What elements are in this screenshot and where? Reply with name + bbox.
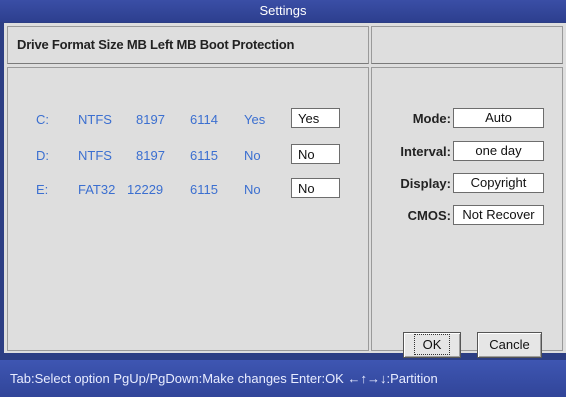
ok-button[interactable]: OK [403, 332, 461, 358]
drive-boot: No [244, 182, 261, 197]
drive-table-header: Drive Format Size MB Left MB Boot Protec… [7, 26, 369, 64]
table-row[interactable]: E: FAT32 12229 6115 No No [8, 178, 368, 202]
interval-field[interactable]: one day [453, 141, 544, 161]
drive-format: NTFS [78, 148, 112, 163]
table-row[interactable]: C: NTFS 8197 6114 Yes Yes [8, 108, 368, 132]
protection-field[interactable]: Yes [291, 108, 340, 128]
table-row[interactable]: D: NTFS 8197 6115 No No [8, 144, 368, 168]
drive-format: NTFS [78, 112, 112, 127]
interval-label: Interval: [400, 144, 451, 159]
status-hint: Tab:Select option PgUp/PgDown:Make chang… [10, 371, 438, 386]
drive-left: 6115 [190, 182, 218, 197]
status-bar: Tab:Select option PgUp/PgDown:Make chang… [0, 360, 566, 397]
mode-label: Mode: [412, 111, 451, 126]
cmos-field[interactable]: Not Recover [453, 205, 544, 225]
protection-field[interactable]: No [291, 144, 340, 164]
cancel-button-label: Cancle [489, 337, 530, 352]
drive-size: 8197 [136, 112, 165, 127]
ok-button-label: OK [413, 334, 451, 355]
options-header [371, 26, 563, 64]
drive-left: 6114 [190, 112, 218, 127]
drive-table: C: NTFS 8197 6114 Yes Yes D: NTFS 8197 6… [7, 67, 369, 351]
drive-size: 12229 [127, 182, 164, 197]
options-panel: Mode: Auto Interval: one day Display: Co… [371, 67, 563, 358]
drive-format: FAT32 [78, 182, 116, 197]
cmos-label: CMOS: [407, 208, 451, 223]
drive-letter: C: [36, 112, 49, 127]
drive-letter: D: [36, 148, 49, 163]
window-title: Settings [0, 0, 566, 22]
display-label: Display: [400, 176, 451, 191]
drive-boot: Yes [244, 112, 266, 127]
drive-table-header-label: Drive Format Size MB Left MB Boot Protec… [17, 37, 295, 52]
drive-letter: E: [36, 182, 49, 197]
mode-field[interactable]: Auto [453, 108, 544, 128]
protection-field[interactable]: No [291, 178, 340, 198]
settings-window: Drive Format Size MB Left MB Boot Protec… [4, 23, 566, 358]
display-field[interactable]: Copyright [453, 173, 544, 193]
drive-boot: No [244, 148, 261, 163]
drive-left: 6115 [190, 148, 218, 163]
cancel-button[interactable]: Cancle [477, 332, 542, 358]
drive-size: 8197 [136, 148, 165, 163]
